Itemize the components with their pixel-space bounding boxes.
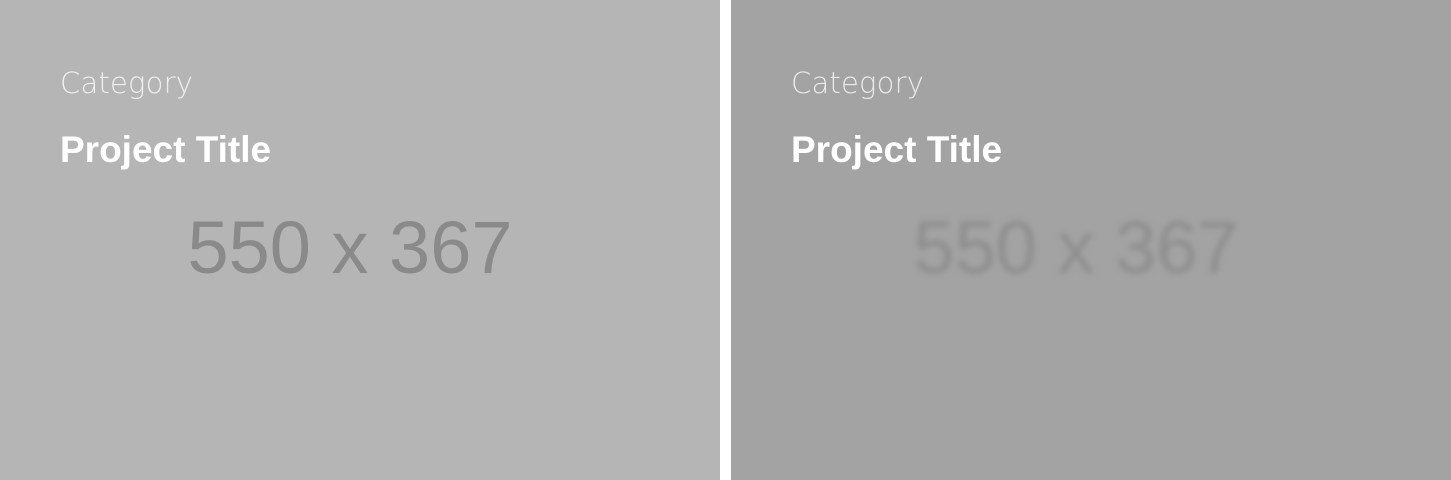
portfolio-caption: Category Project Title	[791, 66, 1002, 170]
portfolio-item[interactable]: 550 x 367 Category Project Title	[0, 0, 720, 480]
project-title: Project Title	[60, 129, 272, 170]
project-title: Project Title	[791, 129, 1003, 170]
project-category: Category	[60, 66, 194, 100]
portfolio-item[interactable]: 550 x 367 Category Project Title	[731, 0, 1451, 480]
portfolio-caption: Category Project Title	[60, 66, 271, 170]
project-category: Category	[791, 66, 925, 100]
image-placeholder-label: 550 x 367	[913, 206, 1239, 289]
image-placeholder-label: 550 x 367	[187, 206, 513, 289]
portfolio-grid: 550 x 367 Category Project Title 550 x 3…	[0, 0, 1451, 480]
